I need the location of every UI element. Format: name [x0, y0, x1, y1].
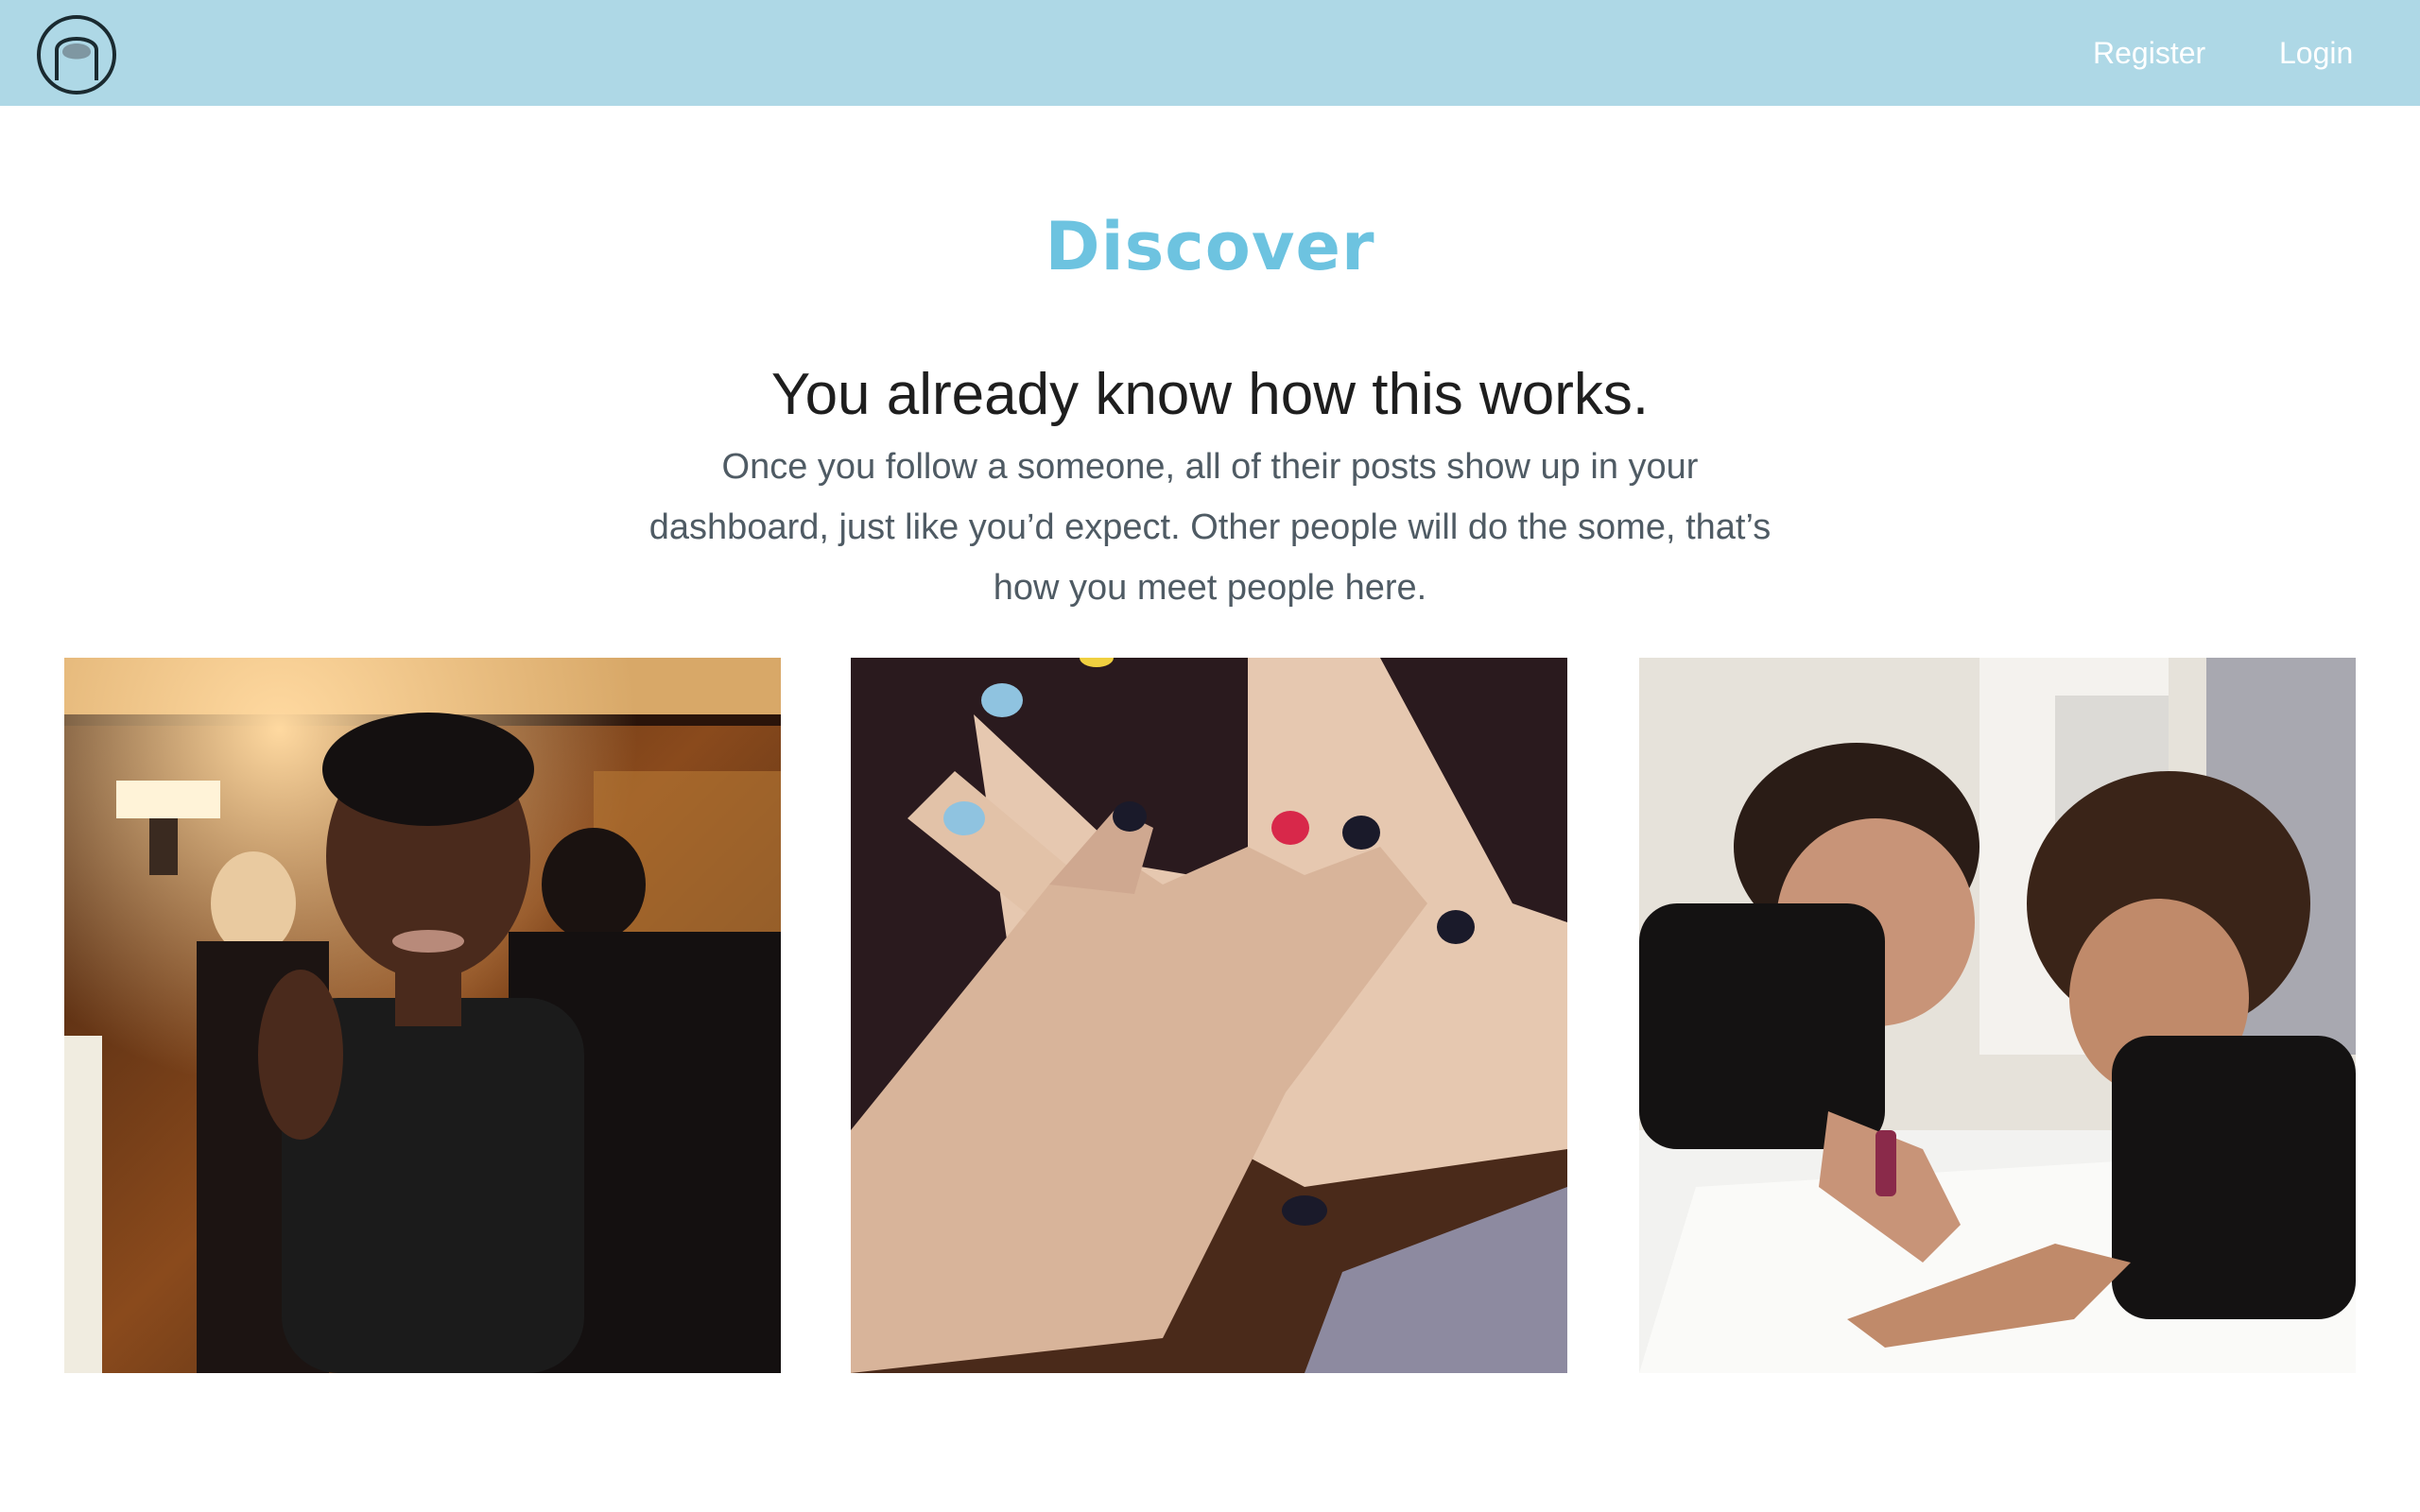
section-headline: You already know how this works.	[770, 362, 1650, 427]
page-title: Discover	[1045, 208, 1375, 285]
photo-card-1[interactable]	[64, 658, 781, 1373]
photo-painted-nails-hands	[851, 658, 1567, 1373]
login-link[interactable]: Login	[2279, 34, 2353, 72]
register-link[interactable]: Register	[2093, 34, 2205, 72]
photo-woman-backstage	[64, 658, 781, 1373]
top-navbar: Register Login	[0, 0, 2420, 106]
photo-children-painting-nails	[1639, 658, 2356, 1373]
section-description: Once you follow a someone, all of their …	[648, 447, 1772, 608]
photo-card-2[interactable]	[851, 658, 1567, 1373]
fingernail-logo-icon[interactable]	[36, 14, 117, 95]
photo-card-3[interactable]	[1639, 658, 2356, 1373]
page: Register Login Discover You already know…	[0, 0, 2420, 1512]
